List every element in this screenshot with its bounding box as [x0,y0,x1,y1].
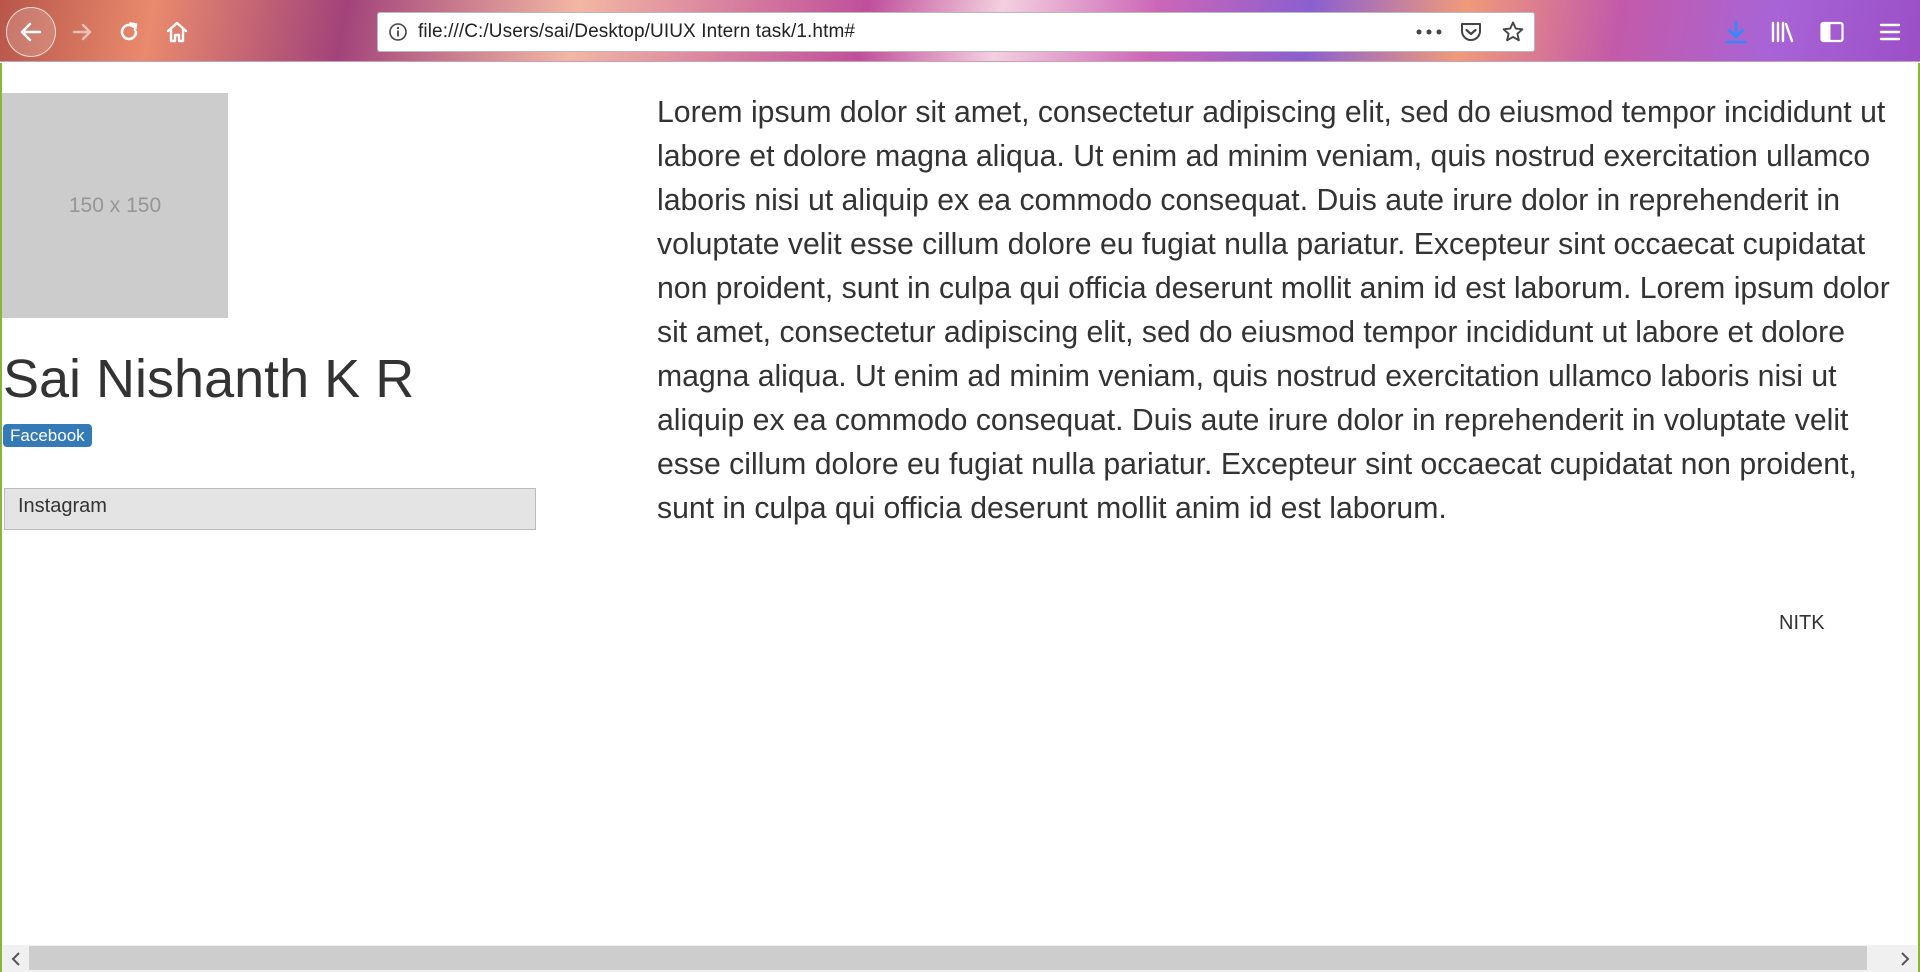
horizontal-scrollbar[interactable] [0,945,1920,972]
reload-icon [120,22,138,41]
info-icon[interactable] [378,13,418,51]
bookmark-button[interactable] [1492,13,1534,51]
back-button[interactable] [6,7,56,57]
instagram-link[interactable]: Instagram [4,488,536,530]
sidebar-button[interactable] [1812,12,1852,52]
lorem-paragraph: Lorem ipsum dolor sit amet, consectetur … [657,96,1890,525]
facebook-link[interactable]: Facebook [3,424,92,447]
download-icon [1725,20,1747,44]
star-icon [1502,21,1524,42]
pocket-button[interactable] [1450,13,1492,51]
forward-button[interactable] [63,12,103,52]
library-button[interactable] [1763,12,1803,52]
image-placeholder-label: 150 x 150 [68,193,162,217]
pocket-icon [1461,23,1481,41]
hamburger-menu-icon [1879,23,1901,41]
url-text[interactable]: file:///C:/Users/sai/Desktop/UIUX Intern… [418,21,1408,43]
scroll-left-arrow-icon[interactable] [2,945,29,972]
downloads-button[interactable] [1716,12,1756,52]
home-icon [166,21,188,43]
sidebar-icon [1820,21,1844,43]
back-arrow-icon [20,22,42,42]
more-dots-icon [1416,29,1442,35]
menu-button[interactable] [1870,12,1910,52]
profile-name: Sai Nishanth K R [3,349,415,409]
page-content: 150 x 150 Sai Nishanth K R Facebook Inst… [0,63,1920,945]
scroll-right-arrow-icon[interactable] [1891,945,1918,972]
library-icon [1771,21,1794,43]
page-actions-button[interactable] [1408,13,1450,51]
browser-toolbar: file:///C:/Users/sai/Desktop/UIUX Intern… [0,0,1920,62]
scrollbar-thumb[interactable] [29,946,1867,970]
forward-arrow-icon [72,23,92,41]
home-button[interactable] [157,12,197,52]
profile-image-placeholder: 150 x 150 [2,93,228,318]
url-bar[interactable]: file:///C:/Users/sai/Desktop/UIUX Intern… [377,12,1535,52]
reload-button[interactable] [109,12,149,52]
footer-nitk: NITK [1779,612,1825,634]
